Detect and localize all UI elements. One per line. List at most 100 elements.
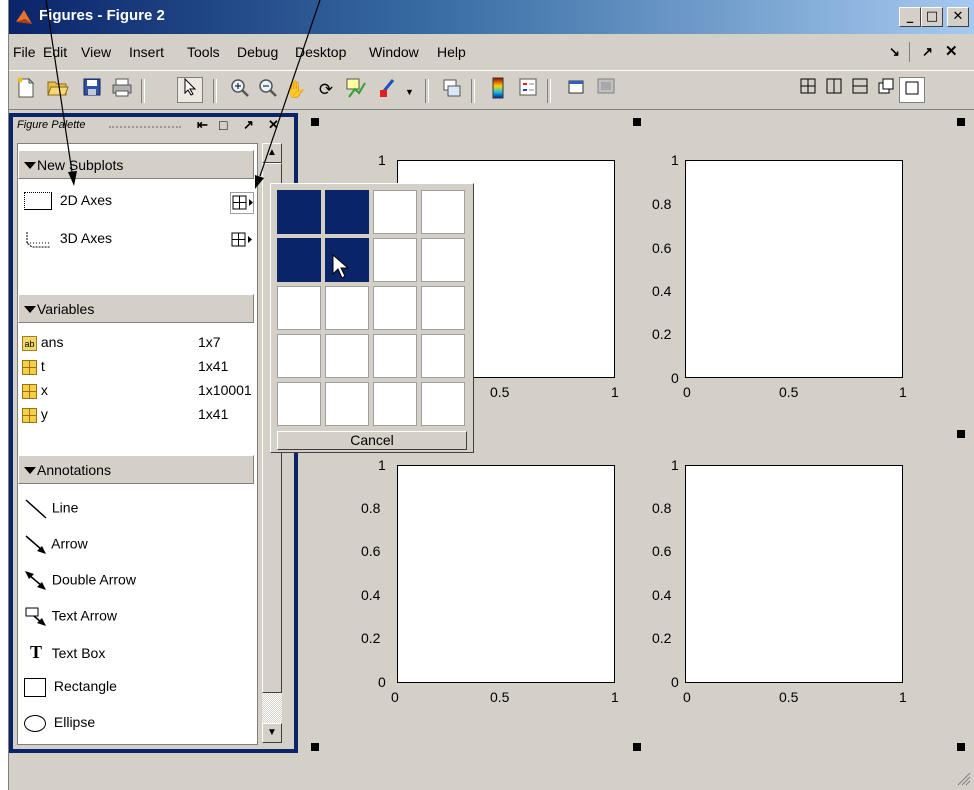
collapse-palette-icon[interactable]: ⇤: [197, 117, 208, 133]
brush-dropdown-icon[interactable]: ▼: [405, 87, 414, 97]
menu-desktop[interactable]: Desktop: [295, 44, 346, 60]
grid-cell[interactable]: [277, 190, 321, 234]
tile-grid-icon[interactable]: [795, 77, 821, 103]
grid-cell[interactable]: [373, 238, 417, 282]
undock-palette-icon[interactable]: ↗: [243, 117, 254, 133]
grid-layout-button[interactable]: [230, 230, 254, 252]
legend-icon[interactable]: [515, 77, 541, 103]
selection-handle[interactable]: [311, 118, 319, 126]
menu-tools[interactable]: Tools: [187, 44, 220, 60]
grid-cell[interactable]: [325, 334, 369, 378]
minimize-button[interactable]: _: [899, 7, 921, 27]
annotation-double-arrow[interactable]: Double Arrow: [24, 570, 136, 592]
scroll-up-button[interactable]: ▲: [262, 143, 282, 163]
menu-debug[interactable]: Debug: [237, 44, 278, 60]
show-plot-tools-icon[interactable]: [593, 77, 619, 103]
close-palette-icon[interactable]: ✕: [268, 117, 279, 133]
subplot-2d-axes[interactable]: 2D Axes: [24, 192, 112, 211]
menu-help[interactable]: Help: [437, 44, 466, 60]
matrix-icon: [22, 407, 37, 423]
axes-top-right[interactable]: [685, 160, 903, 378]
grid-cell[interactable]: [277, 286, 321, 330]
undock-icon[interactable]: ↘: [889, 44, 900, 60]
close-icon[interactable]: ✕: [945, 42, 958, 60]
variable-row[interactable]: ab ans 1x7: [22, 334, 252, 351]
zoom-in-icon[interactable]: [227, 77, 253, 103]
link-plot-icon[interactable]: [439, 77, 465, 103]
title-bar[interactable]: Figures - Figure 2 _ □ ✕: [9, 0, 974, 34]
grid-cell[interactable]: [277, 334, 321, 378]
open-file-icon[interactable]: [45, 77, 71, 103]
annotation-ellipse[interactable]: Ellipse: [24, 714, 95, 732]
grid-cell[interactable]: [373, 334, 417, 378]
grid-cell[interactable]: [421, 238, 465, 282]
maximize-doc-icon[interactable]: [899, 77, 925, 103]
variable-row[interactable]: t 1x41: [22, 358, 252, 375]
annotation-line[interactable]: Line: [24, 498, 78, 520]
data-cursor-icon[interactable]: [343, 77, 369, 103]
pan-hand-icon[interactable]: ✋: [283, 77, 309, 103]
new-figure-icon[interactable]: [13, 77, 39, 103]
colorbar-icon[interactable]: [485, 77, 511, 103]
grid-layout-button[interactable]: [230, 192, 254, 214]
rotate-3d-icon[interactable]: ⟳: [313, 77, 339, 103]
y-tick-label: 0.6: [652, 543, 672, 559]
pin-icon[interactable]: ↗: [922, 44, 933, 60]
palette-drag-handle[interactable]: [109, 126, 181, 128]
resize-grip-icon[interactable]: [955, 770, 971, 786]
grid-cell[interactable]: [373, 190, 417, 234]
annotation-arrow[interactable]: Arrow: [24, 534, 88, 556]
edit-plot-arrow-icon[interactable]: [177, 77, 203, 103]
grid-cell[interactable]: [325, 190, 369, 234]
grid-cell[interactable]: [421, 382, 465, 426]
menu-insert[interactable]: Insert: [129, 44, 164, 60]
zoom-out-icon[interactable]: [255, 77, 281, 103]
menu-view[interactable]: View: [81, 44, 111, 60]
variable-row[interactable]: y 1x41: [22, 406, 252, 423]
print-icon[interactable]: [109, 77, 135, 103]
separator: [909, 42, 910, 62]
selection-handle[interactable]: [957, 430, 965, 438]
maximize-palette-icon[interactable]: □: [219, 117, 227, 133]
section-label: Annotations: [37, 462, 111, 478]
save-icon[interactable]: [79, 77, 105, 103]
selection-handle[interactable]: [311, 743, 319, 751]
annotation-text-box[interactable]: T Text Box: [24, 642, 105, 663]
menu-file[interactable]: File: [13, 44, 36, 60]
section-new-subplots[interactable]: New Subplots: [18, 150, 254, 179]
grid-cell[interactable]: [373, 382, 417, 426]
grid-cell[interactable]: [277, 238, 321, 282]
selection-handle[interactable]: [633, 118, 641, 126]
cancel-button[interactable]: Cancel: [277, 431, 467, 450]
menu-edit[interactable]: Edit: [43, 44, 67, 60]
maximize-button[interactable]: □: [921, 7, 943, 27]
grid-cell[interactable]: [325, 286, 369, 330]
grid-cell[interactable]: [325, 382, 369, 426]
selection-handle[interactable]: [633, 743, 641, 751]
menu-window[interactable]: Window: [369, 44, 419, 60]
grid-cell[interactable]: [373, 286, 417, 330]
float-windows-icon[interactable]: [873, 77, 899, 103]
tile-horizontal-icon[interactable]: [847, 77, 873, 103]
hide-plot-tools-icon[interactable]: [563, 77, 589, 103]
section-variables[interactable]: Variables: [18, 294, 254, 323]
selection-handle[interactable]: [957, 743, 965, 751]
close-button[interactable]: ✕: [947, 7, 969, 27]
x-tick-label: 0: [683, 384, 691, 400]
grid-cell[interactable]: [277, 382, 321, 426]
subplot-3d-axes[interactable]: 3D Axes: [24, 230, 112, 248]
grid-cell[interactable]: [421, 190, 465, 234]
grid-cell[interactable]: [421, 286, 465, 330]
scroll-track[interactable]: [262, 693, 282, 723]
selection-handle[interactable]: [957, 118, 965, 126]
grid-cell[interactable]: [421, 334, 465, 378]
annotation-text-arrow[interactable]: Text Arrow: [24, 606, 117, 628]
axes-bottom-right[interactable]: [685, 465, 903, 683]
brush-icon[interactable]: [373, 77, 399, 103]
axes-bottom-left[interactable]: [397, 465, 615, 683]
variable-row[interactable]: x 1x10001: [22, 382, 252, 399]
annotation-rectangle[interactable]: Rectangle: [24, 678, 117, 697]
section-annotations[interactable]: Annotations: [18, 455, 254, 484]
scroll-down-button[interactable]: ▼: [262, 723, 282, 743]
tile-vertical-icon[interactable]: [821, 77, 847, 103]
